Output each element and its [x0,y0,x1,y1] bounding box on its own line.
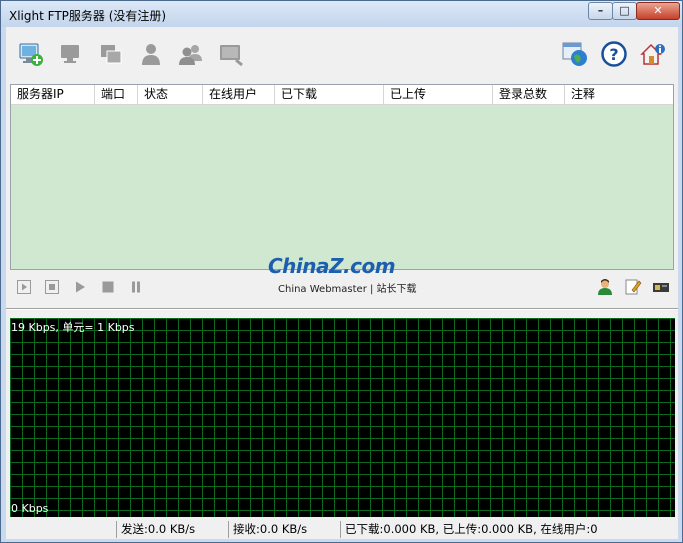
pause-button[interactable] [129,280,143,294]
divider [6,308,678,310]
users-icon [179,45,202,65]
stop-all-button[interactable] [45,280,59,294]
start-all-button[interactable] [17,280,31,294]
server-settings-button[interactable] [98,41,124,67]
maximize-icon: □ [619,4,630,17]
pause-icon [132,281,140,293]
close-icon: ✕ [653,4,663,17]
graph-bottom-label: 0 Kbps [11,502,49,515]
card-button[interactable] [652,278,670,296]
help-icon: ? [601,41,627,67]
minimize-button[interactable]: – [588,2,613,20]
about-icon [640,43,665,65]
start-icon [76,281,85,293]
user-manage-icon [598,279,612,295]
add-server-button[interactable] [18,41,44,67]
server-icon [61,45,79,63]
column-header-status[interactable]: 状态 [138,85,203,105]
column-header-ip[interactable]: 服务器IP [11,85,95,105]
add-server-icon [19,43,43,66]
close-button[interactable]: ✕ [636,2,680,20]
title-bar[interactable]: Xlight FTP服务器 (没有注册) – □ ✕ [1,1,682,27]
web-globe-icon [562,42,587,66]
status-send: 发送:0.0 KB/s [116,521,228,538]
column-header-online-users[interactable]: 在线用户 [203,85,275,105]
server-button[interactable] [58,41,84,67]
start-button[interactable] [73,280,87,294]
column-header-uploaded[interactable]: 已上传 [384,85,493,105]
status-recv: 接收:0.0 KB/s [228,521,340,538]
client-area: ? 服务器IP 端口 状态 在线用户 已下载 已上传 登录总数 注释 China… [6,27,678,539]
column-header-downloaded[interactable]: 已下载 [275,85,384,105]
column-header-comment[interactable]: 注释 [565,85,673,105]
card-icon [653,283,669,292]
user-button[interactable] [138,41,164,67]
edit-button[interactable] [624,278,642,296]
about-button[interactable] [640,41,666,67]
stop-all-icon [45,280,59,294]
user-manage-button[interactable] [596,278,614,296]
control-bar [6,273,678,303]
users-button[interactable] [178,41,204,67]
toolbar: ? [6,27,678,81]
app-window: Xlight FTP服务器 (没有注册) – □ ✕ ? 服务器IP 端口 状态… [0,0,683,543]
server-settings-icon [101,45,122,64]
web-button[interactable] [562,41,588,67]
table-header: 服务器IP 端口 状态 在线用户 已下载 已上传 登录总数 注释 [11,85,673,105]
start-all-icon [17,280,31,294]
svg-text:?: ? [609,45,618,64]
monitor-icon [220,45,243,67]
column-header-port[interactable]: 端口 [95,85,138,105]
traffic-graph: 19 Kbps, 单元= 1 Kbps 0 Kbps [10,318,675,517]
status-totals: 已下载:0.000 KB, 已上传:0.000 KB, 在线用户:0 [340,521,678,538]
stop-button[interactable] [101,280,115,294]
server-table[interactable]: 服务器IP 端口 状态 在线用户 已下载 已上传 登录总数 注释 [10,84,674,270]
monitor-button[interactable] [218,41,244,67]
status-bar: 发送:0.0 KB/s 接收:0.0 KB/s 已下载:0.000 KB, 已上… [6,519,678,539]
help-button[interactable]: ? [601,41,627,67]
user-icon [142,44,160,65]
column-header-login-total[interactable]: 登录总数 [493,85,565,105]
graph-top-label: 19 Kbps, 单元= 1 Kbps [11,321,135,334]
stop-icon [102,281,114,293]
minimize-icon: – [597,4,604,17]
window-title: Xlight FTP服务器 (没有注册) [9,9,167,23]
maximize-button[interactable]: □ [612,2,637,20]
edit-icon [625,279,642,295]
